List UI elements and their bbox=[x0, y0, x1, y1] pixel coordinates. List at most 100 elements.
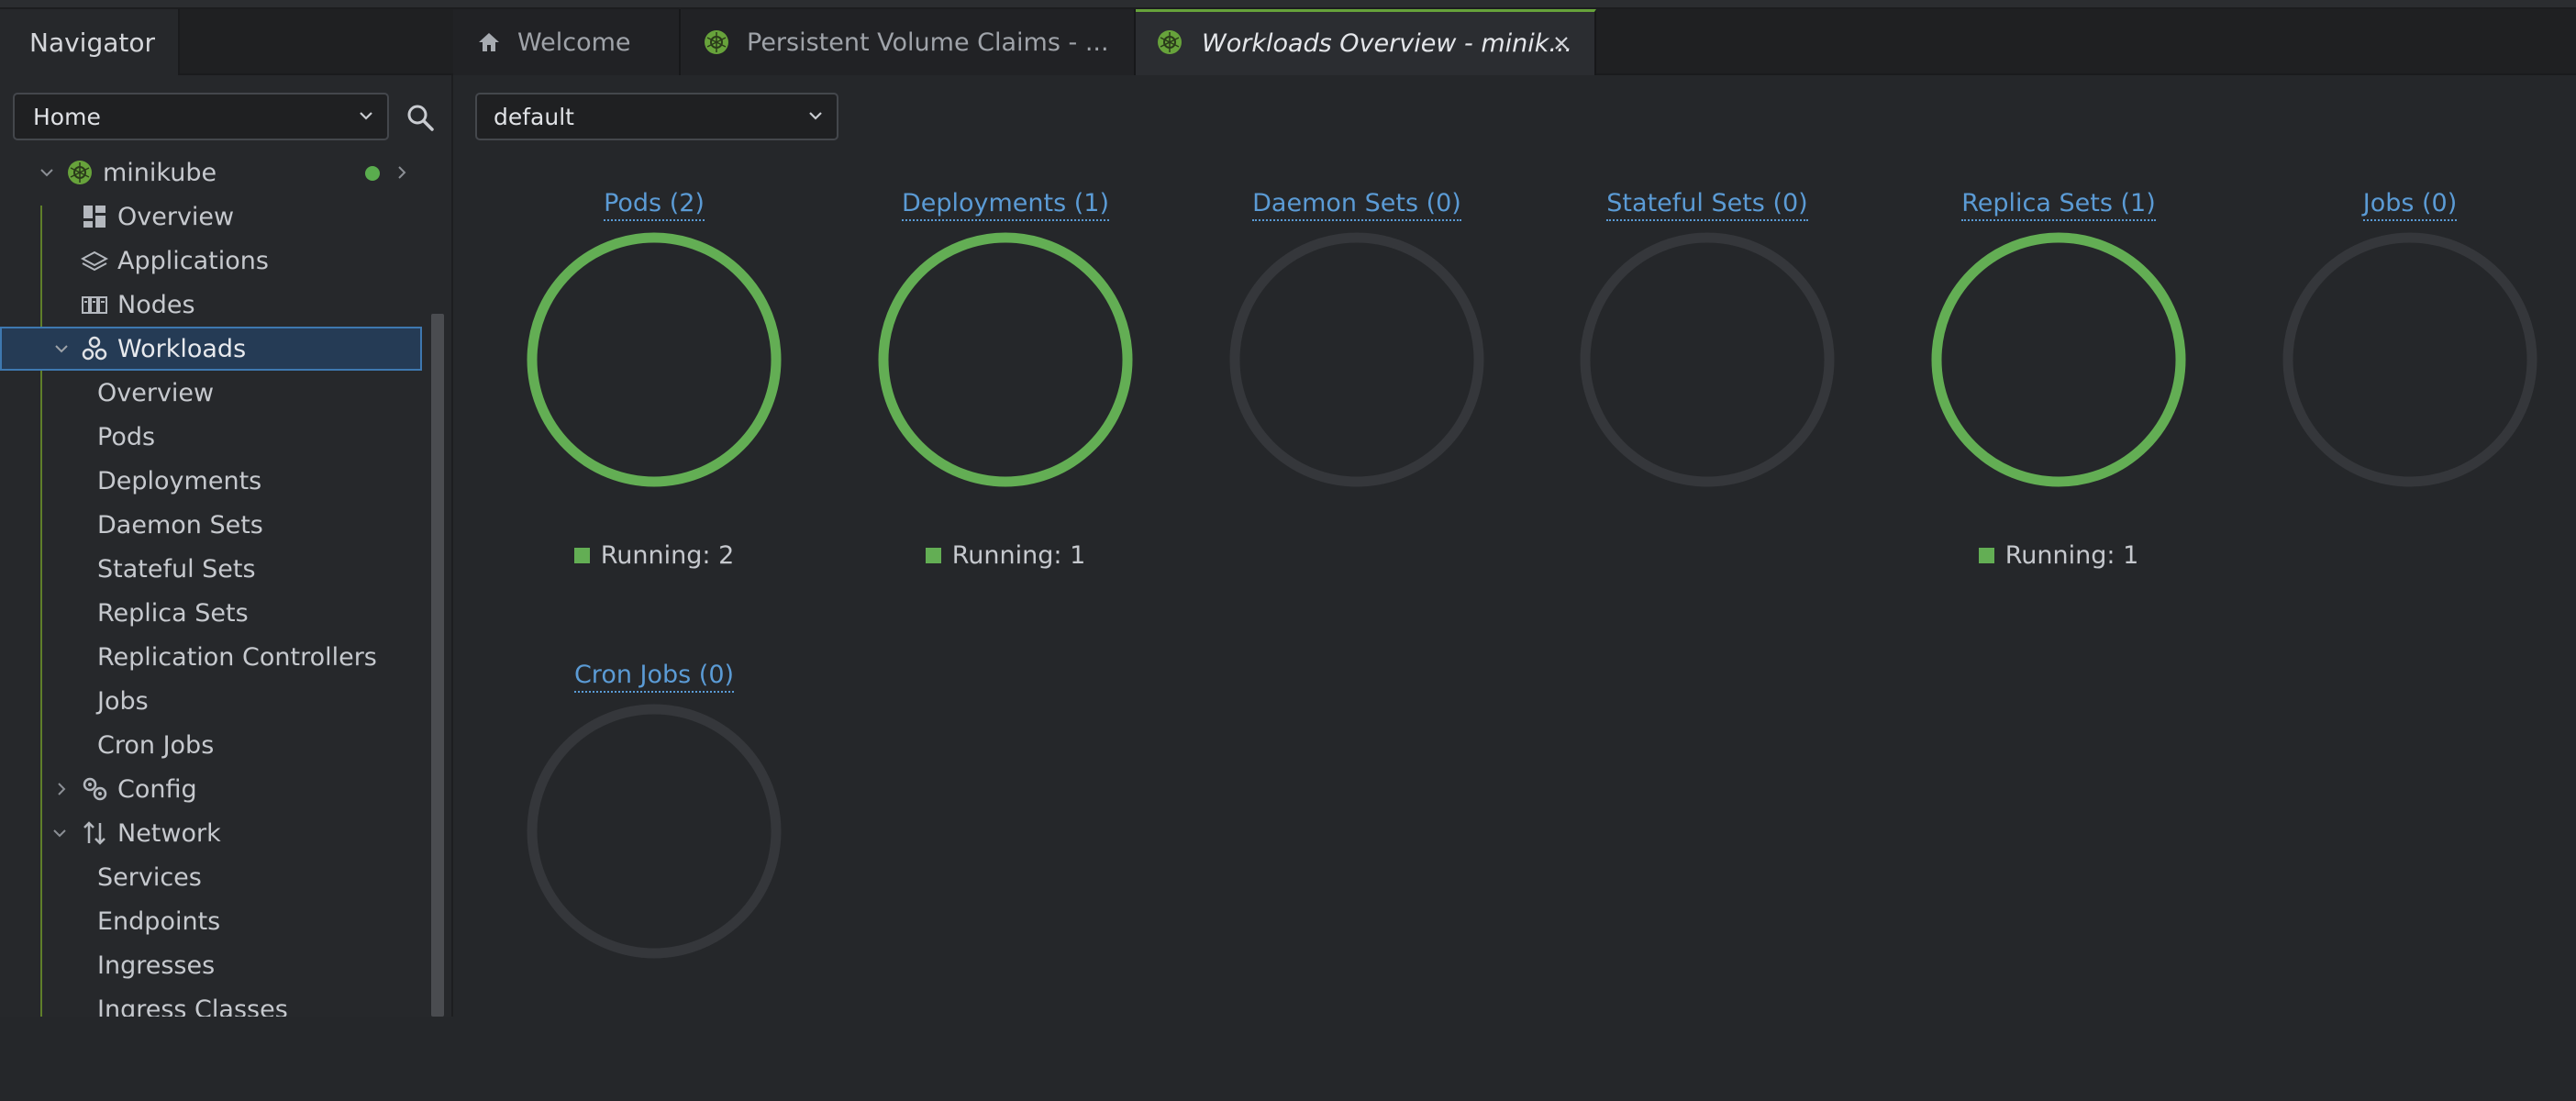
workloads-icon bbox=[82, 336, 107, 361]
pods-card: Pods (2) Running: 2 bbox=[478, 189, 830, 629]
chevron-down-icon[interactable] bbox=[39, 164, 55, 181]
connected-status-dot bbox=[365, 166, 380, 181]
tree-item-label: Replica Sets bbox=[97, 598, 249, 628]
stateful-sets-status-ring bbox=[1580, 232, 1835, 487]
tree-item-pods[interactable]: Pods bbox=[0, 415, 431, 459]
tree-item-cron-jobs[interactable]: Cron Jobs bbox=[0, 723, 431, 767]
tree-item-workloads[interactable]: Workloads bbox=[0, 327, 422, 371]
tree-item-applications[interactable]: Applications bbox=[0, 239, 431, 283]
chevron-right-icon[interactable] bbox=[394, 163, 409, 182]
navigator-scrollbar[interactable] bbox=[431, 314, 444, 1017]
daemon-sets-link[interactable]: Daemon Sets (0) bbox=[1252, 189, 1461, 221]
pods-legend: Running: 2 bbox=[478, 541, 830, 570]
dashboard-icon bbox=[83, 206, 105, 228]
tree-item-label: Jobs bbox=[97, 686, 149, 716]
cron-jobs-card: Cron Jobs (0) bbox=[478, 661, 830, 1101]
tab-label: Persistent Volume Claims - ... bbox=[747, 28, 1109, 57]
tree-item-label: Network bbox=[117, 818, 221, 848]
tree-item-label: Nodes bbox=[117, 290, 195, 319]
tree-item-label: Config bbox=[117, 774, 197, 804]
tree-item-label: Ingress Classes bbox=[97, 995, 288, 1018]
pods-running-label: Running: 2 bbox=[600, 541, 735, 570]
namespace-select[interactable]: default bbox=[475, 93, 838, 140]
tree-item-label: Daemon Sets bbox=[97, 510, 263, 539]
network-arrows-icon bbox=[83, 821, 105, 845]
tree-item-endpoints[interactable]: Endpoints bbox=[0, 899, 431, 943]
cron-jobs-link[interactable]: Cron Jobs (0) bbox=[573, 661, 735, 693]
tree-item-nodes[interactable]: Nodes bbox=[0, 283, 431, 327]
daemon-sets-status-ring bbox=[1229, 232, 1484, 487]
context-select[interactable]: Home bbox=[13, 93, 389, 140]
tree-item-deployments[interactable]: Deployments bbox=[0, 459, 431, 503]
jobs-card: Jobs (0) bbox=[2234, 189, 2576, 629]
deployments-link[interactable]: Deployments (1) bbox=[901, 189, 1110, 221]
chevron-down-icon bbox=[809, 112, 822, 120]
replica-sets-link[interactable]: Replica Sets (1) bbox=[1961, 189, 2156, 221]
chevron-down-icon[interactable] bbox=[53, 340, 70, 357]
tree-item-ingress-classes[interactable]: Ingress Classes bbox=[0, 987, 431, 1018]
tree-item-workloads-overview[interactable]: Overview bbox=[0, 371, 431, 415]
navigator-panel: Navigator Home minikube Overview Applica… bbox=[0, 9, 453, 1017]
tab-welcome[interactable]: Welcome bbox=[453, 9, 681, 75]
tab-label: Workloads Overview - minik... bbox=[1202, 29, 1573, 58]
deployments-running-label: Running: 1 bbox=[951, 541, 1086, 570]
deployments-status-ring bbox=[878, 232, 1133, 487]
pods-link[interactable]: Pods (2) bbox=[604, 189, 705, 221]
tree-item-label: Overview bbox=[117, 202, 235, 231]
tree-item-label: Applications bbox=[117, 246, 269, 275]
tree-item-replication-controllers[interactable]: Replication Controllers bbox=[0, 635, 431, 679]
workloads-overview-content: default Pods (2) Running: 2 Deployments … bbox=[453, 75, 2576, 1017]
deployments-legend: Running: 1 bbox=[829, 541, 1182, 570]
running-swatch bbox=[573, 548, 590, 563]
tree-item-label: Cron Jobs bbox=[97, 730, 215, 760]
tree-item-label: Replication Controllers bbox=[97, 642, 377, 672]
stateful-sets-link[interactable]: Stateful Sets (0) bbox=[1606, 189, 1808, 221]
cron-jobs-status-ring bbox=[527, 704, 782, 959]
chevron-down-icon[interactable] bbox=[51, 825, 68, 841]
tree-item-stateful-sets[interactable]: Stateful Sets bbox=[0, 547, 431, 591]
tree-item-services[interactable]: Services bbox=[0, 855, 431, 899]
context-select-value: Home bbox=[33, 103, 101, 130]
editor-tabs-bar: Welcome Persistent Volume Claims - ... W… bbox=[453, 9, 2576, 75]
stateful-sets-card: Stateful Sets (0) bbox=[1531, 189, 1883, 629]
tree-item-label: Deployments bbox=[97, 466, 262, 495]
jobs-status-ring bbox=[2282, 232, 2537, 487]
replica-sets-legend: Running: 1 bbox=[1882, 541, 2235, 570]
tab-workloads-overview[interactable]: Workloads Overview - minik... bbox=[1136, 9, 1596, 75]
kubernetes-icon bbox=[705, 30, 728, 54]
close-icon[interactable] bbox=[1552, 34, 1571, 52]
layers-icon bbox=[81, 250, 108, 272]
daemon-sets-card: Daemon Sets (0) bbox=[1181, 189, 1533, 629]
chevron-right-icon[interactable] bbox=[53, 781, 70, 797]
navigator-tab[interactable]: Navigator bbox=[0, 9, 180, 75]
tree-item-daemon-sets[interactable]: Daemon Sets bbox=[0, 503, 431, 547]
tree-item-label: Stateful Sets bbox=[97, 554, 256, 584]
tree-item-ingresses[interactable]: Ingresses bbox=[0, 943, 431, 987]
tree-item-minikube[interactable]: minikube bbox=[0, 160, 431, 195]
pods-status-ring bbox=[527, 232, 782, 487]
kubernetes-icon bbox=[68, 161, 92, 184]
tree-item-label: Overview bbox=[97, 378, 215, 407]
config-gears-icon bbox=[83, 777, 107, 801]
navigator-header: Navigator bbox=[0, 9, 453, 75]
tree-item-replica-sets[interactable]: Replica Sets bbox=[0, 591, 431, 635]
running-swatch bbox=[1978, 548, 1994, 563]
chevron-down-icon bbox=[360, 112, 372, 120]
tree-item-label: Pods bbox=[97, 422, 156, 451]
kubernetes-icon bbox=[1158, 30, 1182, 54]
navigator-tree: minikube Overview Applications Nodes Wor… bbox=[0, 160, 431, 1017]
tab-persistent-volume-claims[interactable]: Persistent Volume Claims - ... bbox=[681, 9, 1136, 75]
tree-item-label: minikube bbox=[103, 160, 217, 187]
home-icon bbox=[479, 33, 499, 51]
tree-item-overview[interactable]: Overview bbox=[0, 195, 431, 239]
tree-item-jobs[interactable]: Jobs bbox=[0, 679, 431, 723]
replica-sets-status-ring bbox=[1931, 232, 2186, 487]
navigator-title: Navigator bbox=[29, 27, 156, 58]
tree-item-config[interactable]: Config bbox=[0, 767, 431, 811]
tree-item-network[interactable]: Network bbox=[0, 811, 431, 855]
running-swatch bbox=[925, 548, 941, 563]
tree-item-label: Workloads bbox=[117, 334, 247, 363]
jobs-link[interactable]: Jobs (0) bbox=[2362, 189, 2458, 221]
search-icon[interactable] bbox=[404, 101, 437, 134]
server-icon bbox=[82, 296, 107, 314]
